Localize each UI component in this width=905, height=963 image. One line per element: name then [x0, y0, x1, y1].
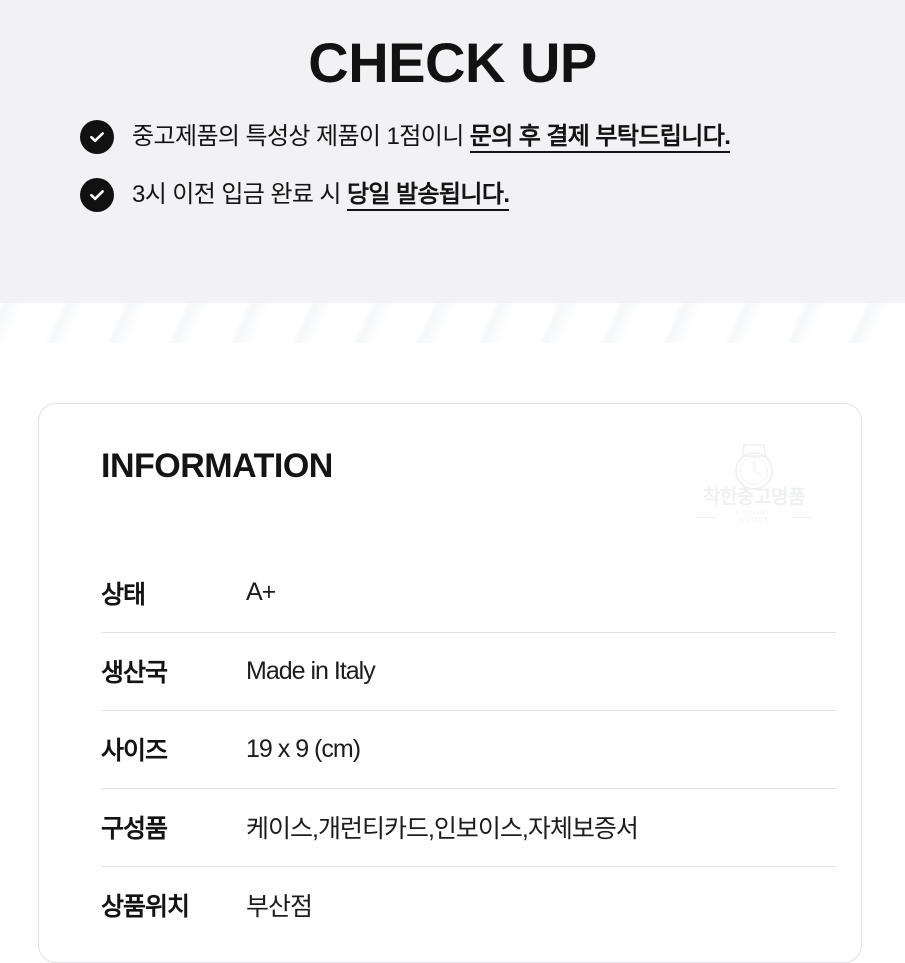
- information-card-header: INFORMATION 착한중고명품 LUXURY GOODS: [101, 444, 825, 524]
- checkup-item-normal: 3시 이전 입금 완료 시: [132, 180, 347, 208]
- table-row: 상태 A+: [101, 554, 836, 632]
- checkup-item-text: 3시 이전 입금 완료 시 당일 발송됩니다.: [132, 179, 510, 211]
- checkup-item-emphasis: 당일 발송됩니다.: [346, 180, 510, 211]
- check-circle-icon: [80, 120, 114, 154]
- spec-label: 상품위치: [101, 865, 246, 944]
- watermark-brand-name: 착한중고명품: [703, 487, 805, 508]
- table-row: 상품위치 부산점: [101, 865, 836, 944]
- information-card: INFORMATION 착한중고명품 LUXURY GOODS 상태 A+ 생산…: [38, 403, 862, 963]
- spec-value: Made in Italy: [246, 631, 836, 710]
- brand-watermark: 착한중고명품 LUXURY GOODS: [695, 442, 813, 524]
- checkup-list: 중고제품의 특성상 제품이 1점이니 문의 후 결제 부탁드립니다. 3시 이전…: [0, 120, 905, 212]
- checkup-title: CHECK UP: [308, 31, 597, 94]
- watermark-subtitle: LUXURY GOODS: [736, 510, 772, 524]
- watermark-dash-left: [695, 516, 717, 518]
- spec-label: 생산국: [101, 631, 246, 710]
- table-row: 생산국 Made in Italy: [101, 631, 836, 710]
- spec-label: 상태: [101, 580, 146, 609]
- spec-value: 부산점: [246, 865, 836, 944]
- checkup-section: CHECK UP 중고제품의 특성상 제품이 1점이니 문의 후 결제 부탁드립…: [0, 0, 905, 303]
- checkup-item-text: 중고제품의 특성상 제품이 1점이니 문의 후 결제 부탁드립니다.: [132, 121, 731, 153]
- table-row: 사이즈 19 x 9 (cm): [101, 709, 836, 788]
- check-circle-icon: [80, 178, 114, 212]
- checkup-item-normal: 중고제품의 특성상 제품이 1점이니: [132, 122, 470, 150]
- spec-value: A+: [246, 578, 276, 607]
- decorative-texture-strip: [0, 303, 905, 343]
- list-item: 중고제품의 특성상 제품이 1점이니 문의 후 결제 부탁드립니다.: [80, 120, 905, 154]
- spec-label: 사이즈: [101, 709, 246, 788]
- table-row: 구성품 케이스,개런티카드,인보이스,자체보증서: [101, 787, 836, 866]
- product-spec-table: 상태 A+ 생산국 Made in Italy 사이즈 19 x 9 (cm) …: [101, 554, 836, 944]
- spec-value: 19 x 9 (cm): [246, 709, 836, 788]
- checkup-item-emphasis: 문의 후 결제 부탁드립니다.: [469, 122, 731, 153]
- page-title: INFORMATION: [101, 447, 333, 485]
- watermark-subtitle-row: LUXURY GOODS: [695, 510, 813, 524]
- watermark-dash-right: [791, 516, 813, 518]
- list-item: 3시 이전 입금 완료 시 당일 발송됩니다.: [80, 178, 905, 212]
- spec-label: 구성품: [101, 787, 246, 866]
- spec-value: 케이스,개런티카드,인보이스,자체보증서: [246, 787, 836, 866]
